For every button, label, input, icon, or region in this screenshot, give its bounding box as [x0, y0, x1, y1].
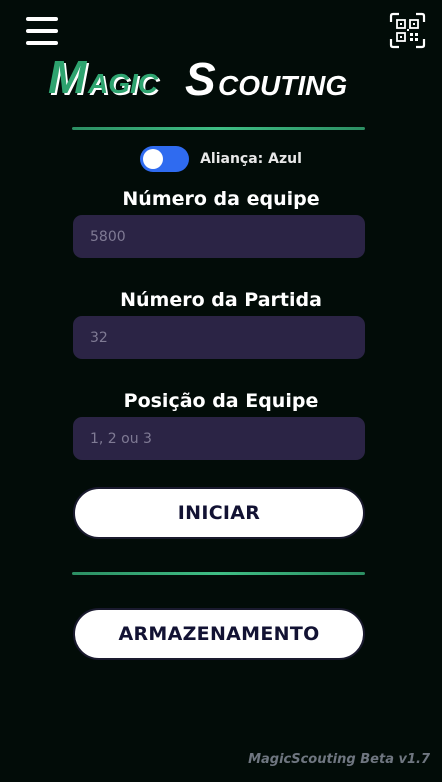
logo-part2-initial: S	[185, 53, 216, 102]
team-position-input[interactable]	[73, 417, 365, 460]
app-logo: M AGIC S COUTING M AGIC	[48, 52, 347, 102]
storage-button[interactable]: ARMAZENAMENTO	[73, 608, 365, 660]
header-divider	[72, 127, 365, 130]
match-number-input[interactable]	[73, 316, 365, 359]
toggle-knob	[143, 149, 164, 169]
version-label: MagicScouting Beta v1.7	[248, 752, 430, 767]
alliance-toggle[interactable]	[140, 146, 190, 172]
alliance-row: Aliança: Azul	[0, 146, 442, 172]
match-number-label: Número da Partida	[120, 289, 322, 311]
start-button[interactable]: INICIAR	[73, 487, 365, 539]
alliance-label: Aliança: Azul	[200, 151, 302, 167]
team-number-label: Número da equipe	[122, 188, 320, 210]
hamburger-menu-icon[interactable]	[26, 17, 58, 45]
svg-text:AGIC: AGIC	[87, 68, 159, 99]
logo-part2-rest: COUTING	[218, 70, 347, 101]
team-position-label: Posição da Equipe	[123, 390, 319, 412]
team-number-input[interactable]	[73, 215, 365, 258]
svg-text:M: M	[48, 52, 88, 102]
section-divider	[72, 572, 365, 575]
qr-code-icon[interactable]	[389, 12, 426, 49]
